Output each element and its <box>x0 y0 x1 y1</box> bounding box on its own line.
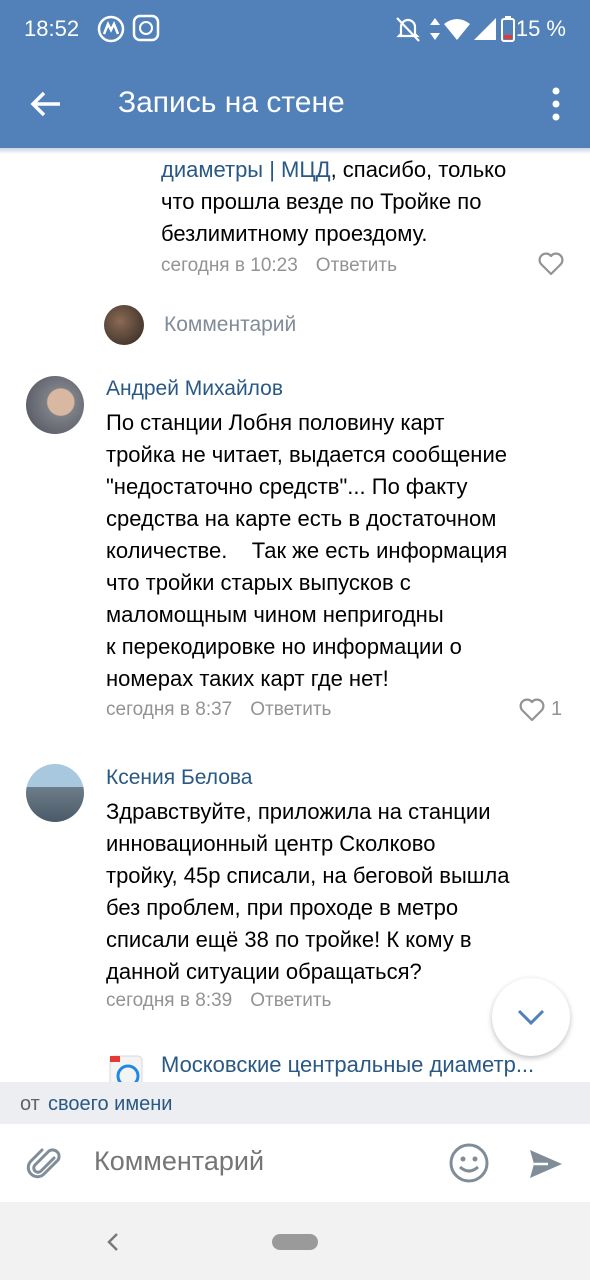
metro-icon <box>96 14 126 49</box>
comment-line: безлимитному проездому. <box>161 221 428 246</box>
comment-line: тройку, 45р списали, на беговой вышла <box>106 863 510 888</box>
comment-line: без проблем, при проходе в метро <box>106 895 459 920</box>
emoji-icon[interactable] <box>448 1142 490 1189</box>
home-pill[interactable] <box>272 1234 318 1250</box>
send-icon[interactable] <box>526 1144 566 1189</box>
heart-icon[interactable] <box>538 252 564 281</box>
status-bar: 18:52 15 % <box>0 0 590 60</box>
back-arrow-icon[interactable] <box>28 86 64 122</box>
comment-time: сегодня в 10:23 <box>161 255 298 276</box>
reply-button[interactable]: Ответить <box>250 699 331 720</box>
comment-line: тройка не читает, выдается сообщение <box>106 442 507 467</box>
comment-text: Здравствуйте, приложила на станции иннов… <box>106 796 566 988</box>
app-bar: Запись на стене <box>0 60 590 148</box>
comment-line: маломощным чином непригодны <box>106 602 444 627</box>
mention-link[interactable]: диаметры | МЦД <box>161 157 331 182</box>
top-comment: диаметры | МЦД, спасибо, только что прош… <box>161 154 581 277</box>
chevron-down-icon <box>516 1008 546 1031</box>
more-vertical-icon[interactable] <box>550 84 562 124</box>
post-as-prefix: от <box>20 1093 40 1115</box>
comments-feed[interactable]: диаметры | МЦД, спасибо, только что прош… <box>0 154 590 1082</box>
battery-icon <box>500 14 516 49</box>
reply-button[interactable]: Ответить <box>316 255 397 276</box>
paperclip-icon[interactable] <box>26 1144 66 1189</box>
comment-line: средства на карте есть в достаточном <box>106 506 497 531</box>
post-as-identity[interactable]: своего имени <box>48 1093 172 1116</box>
comment-text: По станции Лобня половину карт тройка не… <box>106 407 566 695</box>
comment-meta: сегодня в 10:23 Ответить <box>161 255 581 277</box>
comment-line: к перекодировке но информации о <box>106 634 462 659</box>
comment-line: данной ситуации обращаться? <box>106 959 422 984</box>
own-avatar <box>104 305 144 345</box>
scroll-down-button[interactable] <box>492 978 570 1056</box>
battery-percent: 15 % <box>515 16 566 41</box>
comment-line: инновационный центр Сколково <box>106 831 436 856</box>
comment-composer <box>0 1124 590 1202</box>
comment-line: количестве. Так же есть информация <box>106 538 508 563</box>
like-count: 1 <box>551 698 563 720</box>
reply-button[interactable]: Ответить <box>250 990 331 1011</box>
comment-input[interactable] <box>94 1146 424 1177</box>
comment-line: Здравствуйте, приложила на станции <box>106 799 491 824</box>
heart-icon[interactable] <box>519 698 545 727</box>
reply-prompt[interactable]: Комментарий <box>164 313 296 337</box>
system-nav-bar <box>0 1202 590 1280</box>
comment-time: сегодня в 8:37 <box>106 699 233 720</box>
comment-line: что прошла везде по Тройке по <box>161 189 482 214</box>
post-as-row[interactable]: от своего имени <box>0 1082 590 1124</box>
comment-line: что тройки старых выпусков с <box>106 570 411 595</box>
comment-line: списали ещё 38 по тройке! К кому в <box>106 927 472 952</box>
comment-meta: сегодня в 8:37 Ответить <box>106 699 331 721</box>
mute-icon <box>394 14 422 49</box>
data-arrows-icon <box>428 14 442 49</box>
status-time: 18:52 <box>24 16 80 41</box>
comment-meta: сегодня в 8:39 Ответить <box>106 990 331 1012</box>
comment-line: "недостаточно средств"... По факту <box>106 474 468 499</box>
comment-author[interactable]: Ксения Белова <box>106 766 252 790</box>
mi-icon <box>132 14 160 47</box>
comment-author[interactable]: Андрей Михайлов <box>106 377 283 401</box>
comment-line: По станции Лобня половину карт <box>106 410 445 435</box>
comment-author[interactable]: Московские центральные диаметр... <box>161 1052 534 1078</box>
community-avatar[interactable] <box>106 1052 146 1082</box>
page-title: Запись на стене <box>118 86 345 119</box>
signal-icon <box>474 14 498 49</box>
comment-line: номерах таких карт где нет! <box>106 666 389 691</box>
avatar[interactable] <box>26 764 84 822</box>
avatar[interactable] <box>26 376 84 434</box>
nav-back-icon[interactable] <box>104 1230 122 1259</box>
wifi-icon <box>442 14 472 49</box>
comment-line: диаметры | МЦД, спасибо, только <box>161 157 507 182</box>
comment-time: сегодня в 8:39 <box>106 990 233 1011</box>
